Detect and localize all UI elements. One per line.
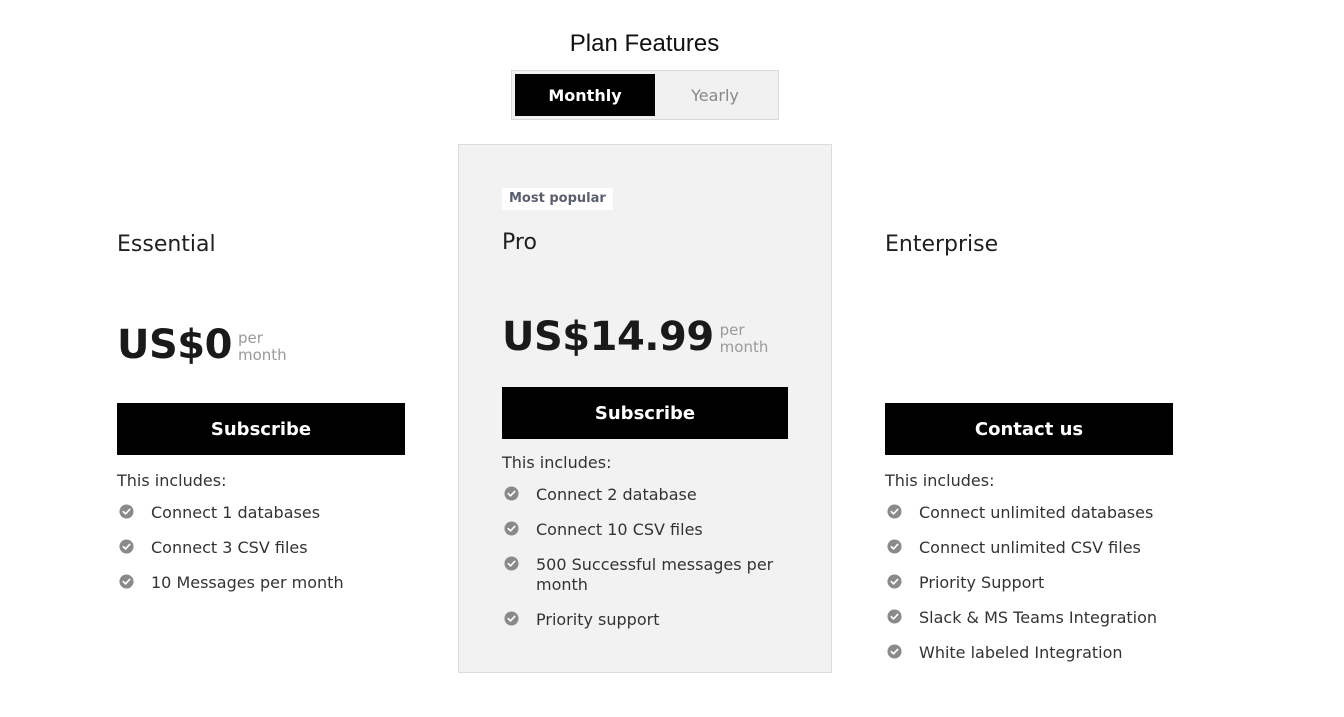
feature-text: Priority support [536,610,660,629]
feature-list: Connect unlimited databases Connect unlim… [885,503,1173,663]
includes-label: This includes: [117,471,227,490]
feature-text: 10 Messages per month [151,573,344,592]
feature-text: Priority Support [919,573,1045,592]
feature-item: Connect 2 database [502,485,788,505]
price-row: US$14.99 per month [502,300,788,360]
feature-item: Priority support [502,610,788,630]
feature-item: Connect unlimited databases [885,503,1173,523]
feature-item: Connect 3 CSV files [117,538,405,558]
includes-label: This includes: [502,453,612,472]
feature-text: Connect 10 CSV files [536,520,703,539]
period-line1: per [237,329,263,347]
price-spacer [885,308,1173,368]
plan-price: US$0 [117,322,232,368]
feature-text: Connect unlimited databases [919,503,1154,522]
check-circle-icon [887,574,902,589]
price-period: per month [238,330,287,364]
check-circle-icon [887,504,902,519]
feature-item: Priority Support [885,573,1173,593]
feature-text: 500 Successful messages per month [536,555,774,594]
plan-name: Enterprise [885,232,999,257]
feature-list: Connect 1 databases Connect 3 CSV files 10… [117,503,405,593]
feature-item: Connect 10 CSV files [502,520,788,540]
page-title: Plan Features [569,30,720,57]
plan-card-pro: Most popular Pro US$14.99 per month Subs… [458,144,832,673]
price-row: US$0 per month [117,308,405,368]
contact-us-button[interactable]: Contact us [885,403,1173,455]
feature-item: Slack & MS Teams Integration [885,608,1173,628]
check-circle-icon [504,556,519,571]
feature-item: White labeled Integration [885,643,1173,663]
plan-card-essential: Essential US$0 per month Subscribe This … [117,230,405,608]
feature-list: Connect 2 database Connect 10 CSV files 50… [502,485,788,630]
period-line2: month [237,346,287,364]
feature-item: Connect 1 databases [117,503,405,523]
feature-text: Connect 1 databases [151,503,321,522]
price-period: per month [720,322,769,356]
period-line2: month [719,338,769,356]
feature-item: 10 Messages per month [117,573,405,593]
toggle-monthly[interactable]: Monthly [515,74,655,116]
feature-text: Connect unlimited CSV files [919,538,1141,557]
feature-text: Connect 3 CSV files [151,538,308,557]
feature-text: White labeled Integration [919,643,1123,662]
subscribe-button[interactable]: Subscribe [502,387,788,439]
plan-name: Essential [117,232,216,257]
check-circle-icon [887,539,902,554]
check-circle-icon [887,644,902,659]
feature-text: Connect 2 database [536,485,697,504]
includes-label: This includes: [885,471,995,490]
check-circle-icon [119,574,134,589]
check-circle-icon [504,521,519,536]
plan-name: Pro [502,230,537,255]
subscribe-button[interactable]: Subscribe [117,403,405,455]
period-line1: per [719,321,745,339]
billing-toggle: Monthly Yearly [511,70,779,120]
feature-item: Connect unlimited CSV files [885,538,1173,558]
check-circle-icon [504,486,519,501]
toggle-yearly[interactable]: Yearly [655,74,775,116]
feature-text: Slack & MS Teams Integration [919,608,1158,627]
check-circle-icon [119,504,134,519]
plan-price: US$14.99 [502,314,714,360]
most-popular-badge: Most popular [502,188,613,210]
plan-card-enterprise: Enterprise Contact us This includes: Con… [885,230,1173,678]
check-circle-icon [504,611,519,626]
feature-item: 500 Successful messages per month [502,555,788,595]
check-circle-icon [887,609,902,624]
check-circle-icon [119,539,134,554]
